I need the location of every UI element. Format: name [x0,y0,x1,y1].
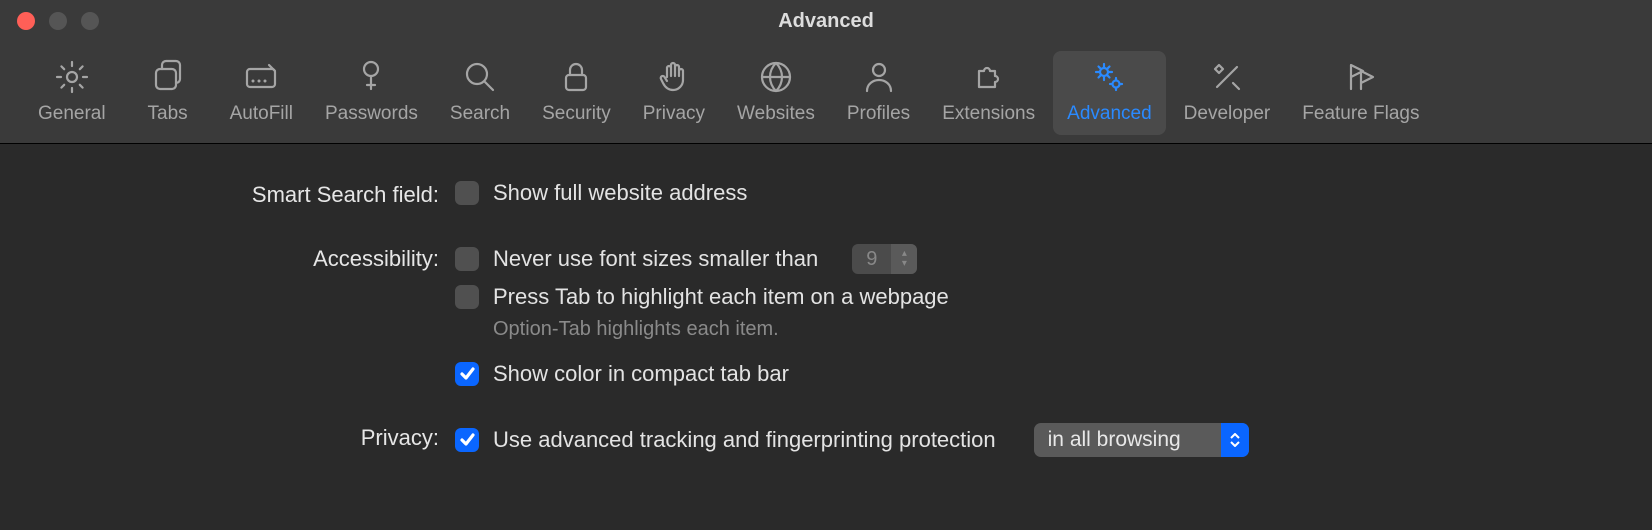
section-label-privacy: Privacy: [40,423,455,451]
search-icon [462,59,498,95]
gear-icon [54,59,90,95]
flags-icon [1343,59,1379,95]
checkbox-tab-highlight[interactable] [455,285,479,309]
tab-websites[interactable]: Websites [723,51,829,135]
tab-tabs[interactable]: Tabs [124,51,212,135]
tab-extensions[interactable]: Extensions [928,51,1049,135]
tracking-scope-select[interactable]: in all browsing [1034,423,1249,457]
tab-label: General [38,103,106,125]
select-value: in all browsing [1048,428,1221,452]
tab-label: Developer [1184,103,1271,125]
key-icon [353,59,389,95]
chevron-up-down-icon: ▴▾ [891,244,917,274]
tab-label: AutoFill [230,103,293,125]
stepper-value: 9 [852,244,891,274]
checkbox-label: Press Tab to highlight each item on a we… [493,284,949,310]
tab-general[interactable]: General [24,51,120,135]
minimize-button[interactable] [49,12,67,30]
checkbox-label: Use advanced tracking and fingerprinting… [493,427,996,453]
window-title: Advanced [0,10,1652,33]
checkbox-tracking-protection[interactable] [455,428,479,452]
tab-label: Websites [737,103,815,125]
person-icon [861,59,897,95]
lock-icon [558,59,594,95]
tab-label: Feature Flags [1302,103,1419,125]
tab-passwords[interactable]: Passwords [311,51,432,135]
tab-advanced[interactable]: Advanced [1053,51,1166,135]
tab-label: Tabs [148,103,188,125]
puzzle-icon [971,59,1007,95]
close-button[interactable] [17,12,35,30]
tools-icon [1209,59,1245,95]
tab-label: Security [542,103,611,125]
hint-text: Option-Tab highlights each item. [455,318,1612,341]
tab-label: Profiles [847,103,910,125]
tab-security[interactable]: Security [528,51,625,135]
checkbox-compact-color[interactable] [455,362,479,386]
tabs-icon [150,59,186,95]
tab-profiles[interactable]: Profiles [833,51,924,135]
tab-search[interactable]: Search [436,51,524,135]
autofill-icon [243,59,279,95]
maximize-button[interactable] [81,12,99,30]
tab-label: Privacy [643,103,705,125]
tab-label: Advanced [1067,103,1152,125]
tab-privacy[interactable]: Privacy [629,51,719,135]
tab-label: Search [450,103,510,125]
section-label-smart-search: Smart Search field: [40,180,455,208]
tab-autofill[interactable]: AutoFill [216,51,307,135]
checkbox-min-font-size[interactable] [455,247,479,271]
checkbox-label: Never use font sizes smaller than [493,246,818,272]
globe-icon [758,59,794,95]
checkbox-label: Show full website address [493,180,747,206]
tab-developer[interactable]: Developer [1170,51,1285,135]
checkbox-label: Show color in compact tab bar [493,361,789,387]
gears-icon [1091,59,1127,95]
preferences-toolbar: General Tabs AutoFill Passwords Search S… [0,42,1652,144]
font-size-stepper[interactable]: 9 ▴▾ [852,244,917,274]
title-bar: Advanced [0,0,1652,42]
section-label-accessibility: Accessibility: [40,244,455,272]
checkbox-show-full-address[interactable] [455,181,479,205]
advanced-settings-content: Smart Search field: Show full website ad… [0,144,1652,457]
traffic-lights [0,12,99,30]
tab-feature-flags[interactable]: Feature Flags [1288,51,1433,135]
hand-icon [656,59,692,95]
tab-label: Extensions [942,103,1035,125]
tab-label: Passwords [325,103,418,125]
chevron-up-down-icon [1221,423,1249,457]
